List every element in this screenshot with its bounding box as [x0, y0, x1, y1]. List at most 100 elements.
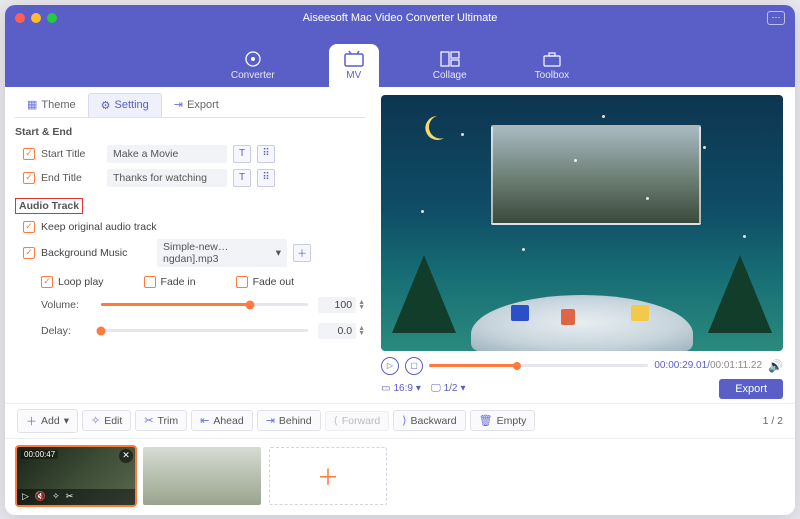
fadeout-checkbox[interactable] [236, 276, 248, 288]
delay-value[interactable]: 0.0 [318, 323, 356, 339]
delay-stepper[interactable]: ▲▼ [358, 326, 365, 336]
behind-button[interactable]: ⇥Behind [257, 410, 321, 431]
start-title-edit[interactable]: ⠿ [257, 145, 275, 163]
play-icon[interactable]: ▷ [22, 491, 29, 502]
bgm-label: Background Music [41, 247, 151, 259]
tree-decoration [705, 233, 775, 333]
platform-decoration [471, 295, 693, 351]
crop-icon: ▭ [381, 383, 390, 394]
mv-icon [343, 50, 365, 68]
collage-icon [439, 50, 461, 68]
prev-icon: ⟨ [334, 415, 338, 427]
gift-decoration [561, 309, 575, 325]
nav-mv[interactable]: MV [329, 44, 379, 87]
end-title-text-style[interactable]: T [233, 169, 251, 187]
clip-overlay: ▷ 🔇 ✧ ✂ [17, 489, 135, 505]
app-title: Aiseesoft Mac Video Converter Ultimate [5, 12, 795, 24]
converter-icon [242, 50, 264, 68]
keep-original-label: Keep original audio track [41, 221, 157, 233]
tab-setting[interactable]: ⚙Setting [88, 93, 162, 117]
end-title-label: End Title [41, 172, 101, 184]
nav-converter[interactable]: Converter [217, 44, 289, 87]
player-controls: ▷ ▢ 00:00:29.01/00:01:11.22 🔊 [381, 357, 783, 375]
screen-select[interactable]: 🖵1/2 ▾ [431, 383, 466, 394]
chevron-down-icon: ▾ [276, 247, 281, 259]
content-area: ▦Theme ⚙Setting ⇥Export Start & End Star… [5, 87, 795, 515]
audio-track-heading: Audio Track [15, 198, 83, 214]
bgm-add-button[interactable]: ＋ [293, 244, 311, 262]
bgm-checkbox[interactable] [23, 247, 35, 259]
play-button[interactable]: ▷ [381, 357, 399, 375]
mute-icon[interactable]: 🔇 [35, 491, 46, 502]
start-title-input[interactable] [107, 145, 227, 163]
nav-toolbox[interactable]: Toolbox [521, 44, 583, 87]
volume-label: Volume: [41, 299, 91, 311]
video-preview[interactable] [381, 95, 783, 351]
trash-icon: 🗑 [479, 414, 493, 427]
timeline-clip[interactable]: 00:00:47 ✕ ▷ 🔇 ✧ ✂ [17, 447, 135, 505]
start-title-label: Start Title [41, 148, 101, 160]
moon-icon [417, 113, 447, 143]
tab-theme[interactable]: ▦Theme [15, 93, 88, 117]
empty-button[interactable]: 🗑Empty [470, 410, 536, 431]
clip-toolbar: ＋Add ▾ ✧Edit ✂Trim ⇤Ahead ⇥Behind ⟨Forwa… [5, 403, 795, 439]
next-icon: ⟩ [402, 414, 406, 427]
settings-panel: ▦Theme ⚙Setting ⇥Export Start & End Star… [5, 87, 375, 403]
start-title-checkbox[interactable] [23, 148, 35, 160]
player-options: ▭16:9 ▾ 🖵1/2 ▾ Export [381, 379, 783, 399]
volume-stepper[interactable]: ▲▼ [358, 300, 365, 310]
settings-tabs: ▦Theme ⚙Setting ⇥Export [15, 93, 365, 118]
volume-slider[interactable] [101, 303, 308, 306]
add-clip-button[interactable]: ＋ [269, 447, 387, 505]
gear-icon: ⚙ [101, 99, 111, 112]
timeline-clip[interactable] [143, 447, 261, 505]
more-menu-icon[interactable]: ⋯ [767, 11, 785, 25]
pip-frame [491, 125, 701, 225]
export-button[interactable]: Export [719, 379, 783, 399]
keep-original-checkbox[interactable] [23, 221, 35, 233]
end-title-checkbox[interactable] [23, 172, 35, 184]
fadein-checkbox[interactable] [144, 276, 156, 288]
titlebar: Aiseesoft Mac Video Converter Ultimate ⋯ [5, 5, 795, 31]
add-button[interactable]: ＋Add ▾ [17, 409, 78, 433]
app-window: Aiseesoft Mac Video Converter Ultimate ⋯… [5, 5, 795, 515]
edit-button[interactable]: ✧Edit [82, 410, 131, 431]
trim-button[interactable]: ✂Trim [135, 410, 187, 431]
right-end-icon: ⇥ [266, 414, 275, 427]
tab-export[interactable]: ⇥Export [162, 93, 231, 117]
aspect-select[interactable]: ▭16:9 ▾ [381, 383, 421, 394]
tree-decoration [389, 233, 459, 333]
preview-panel: ▷ ▢ 00:00:29.01/00:01:11.22 🔊 ▭16:9 ▾ 🖵1… [375, 87, 795, 403]
delay-label: Delay: [41, 325, 91, 337]
volume-value[interactable]: 100 [318, 297, 356, 313]
volume-icon[interactable]: 🔊 [768, 359, 783, 373]
bgm-select[interactable]: Simple-new…ngdan].mp3▾ [157, 239, 287, 267]
toolbox-icon [541, 50, 563, 68]
forward-button[interactable]: ⟨Forward [325, 411, 390, 431]
delay-slider[interactable] [101, 329, 308, 332]
loop-checkbox[interactable] [41, 276, 53, 288]
remove-clip-icon[interactable]: ✕ [119, 449, 133, 463]
scissors-icon[interactable]: ✂ [66, 491, 74, 502]
pager: 1 / 2 [763, 415, 783, 427]
monitor-icon: 🖵 [431, 383, 441, 394]
plus-icon: ＋ [26, 413, 37, 429]
clip-duration: 00:00:47 [21, 450, 58, 459]
nav-collage[interactable]: Collage [419, 44, 481, 87]
stop-button[interactable]: ▢ [405, 357, 423, 375]
main-nav: Converter MV Collage Toolbox [5, 31, 795, 87]
start-title-text-style[interactable]: T [233, 145, 251, 163]
backward-button[interactable]: ⟩Backward [393, 410, 465, 431]
time-display: 00:00:29.01/00:01:11.22 [654, 360, 762, 371]
end-title-edit[interactable]: ⠿ [257, 169, 275, 187]
wand-icon: ✧ [91, 414, 100, 427]
progress-slider[interactable] [429, 364, 648, 367]
wand-icon[interactable]: ✧ [52, 491, 60, 502]
export-icon: ⇥ [174, 98, 183, 111]
gift-decoration [631, 305, 649, 321]
ahead-button[interactable]: ⇤Ahead [191, 410, 253, 431]
left-end-icon: ⇤ [200, 414, 209, 427]
scissors-icon: ✂ [144, 414, 153, 427]
end-title-input[interactable] [107, 169, 227, 187]
start-end-heading: Start & End [15, 126, 365, 138]
